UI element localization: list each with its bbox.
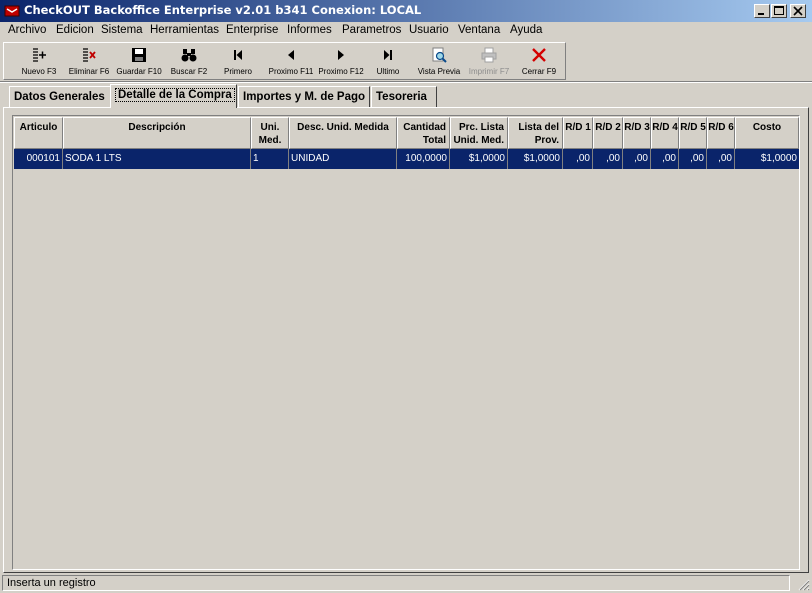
column-header-rd1[interactable]: R/D 1 [563,117,593,149]
cell-rd3[interactable]: ,00 [623,149,651,169]
status-bar: Inserta un registro [0,574,812,593]
first-button[interactable]: Primero [218,43,258,79]
close-form-button[interactable]: Cerrar F9 [518,43,560,79]
delete-button[interactable]: Eliminar F6 [66,43,112,79]
column-header-articulo[interactable]: Articulo [14,117,63,149]
cell-desc-unid-medida[interactable]: UNIDAD [289,149,397,169]
close-form-button-label: Cerrar F9 [521,67,557,76]
cell-descripcion[interactable]: SODA 1 LTS [63,149,251,169]
new-button[interactable]: Nuevo F3 [18,43,60,79]
close-x-icon [532,48,546,62]
cell-cantidad-total[interactable]: 100,0000 [397,149,450,169]
print-preview-icon [432,47,447,63]
window-title: CheckOUT Backoffice Enterprise v2.01 b34… [24,3,422,17]
next-button-label: Proximo F12 [318,67,364,76]
menu-archivo[interactable]: Archivo [8,24,46,36]
tab-detalle-compra[interactable]: Detalle de la Compra [110,84,237,108]
column-header-desc-unid-medida[interactable]: Desc. Unid. Medida [289,117,397,149]
maximize-icon [774,6,784,15]
toolbar: Nuevo F3 Eliminar F6 Guardar F10 Buscar … [3,42,566,80]
menu-parametros[interactable]: Parametros [342,24,401,36]
resize-grip-icon[interactable] [796,577,810,591]
save-button[interactable]: Guardar F10 [116,43,162,79]
search-button[interactable]: Buscar F2 [168,43,210,79]
status-text: Inserta un registro [2,575,790,591]
column-header-rd2[interactable]: R/D 2 [593,117,623,149]
menu-sistema[interactable]: Sistema [101,24,143,36]
previous-button[interactable]: Proximo F11 [266,43,316,79]
cell-rd2[interactable]: ,00 [593,149,623,169]
tab-label: Datos Generales [14,91,105,103]
print-button-label: Imprimir F7 [468,67,510,76]
print-button[interactable]: Imprimir F7 [466,43,512,79]
toolbar-separator [0,81,812,83]
column-header-prc-lista[interactable]: Prc. Lista Unid. Med. [450,117,508,149]
next-button[interactable]: Proximo F12 [316,43,366,79]
column-header-descripcion[interactable]: Descripción [63,117,251,149]
close-icon [793,6,803,16]
preview-button[interactable]: Vista Previa [415,43,463,79]
first-record-icon [234,50,242,60]
tab-label: Tesoreria [376,91,427,103]
column-header-cantidad-total[interactable]: Cantidad Total [397,117,450,149]
tab-importes-pago[interactable]: Importes y M. de Pago [238,86,370,107]
menu-usuario[interactable]: Usuario [409,24,449,36]
first-button-label: Primero [223,67,252,76]
next-record-icon [338,50,344,60]
search-button-label: Buscar F2 [170,67,208,76]
delete-button-label: Eliminar F6 [68,67,110,76]
tab-tesoreria[interactable]: Tesoreria [371,86,437,107]
cell-lista-prov[interactable]: $1,0000 [508,149,563,169]
cell-articulo[interactable]: 000101 [14,149,63,169]
cell-costo[interactable]: $1,0000 [735,149,799,169]
minimize-icon [758,13,764,15]
checkout-app-icon [4,5,20,17]
last-button-label: Ultimo [376,67,400,76]
cell-rd6[interactable]: ,00 [707,149,735,169]
column-header-rd6[interactable]: R/D 6 [707,117,735,149]
column-header-lista-prov[interactable]: Lista del Prov. Unid. [508,117,563,149]
cell-uni-med[interactable]: 1 [251,149,289,169]
previous-button-label: Proximo F11 [268,67,314,76]
delete-record-icon [83,48,96,62]
column-header-rd5[interactable]: R/D 5 [679,117,707,149]
menu-ayuda[interactable]: Ayuda [510,24,542,36]
cell-rd5[interactable]: ,00 [679,149,707,169]
last-record-icon [384,50,392,60]
binoculars-icon [181,49,197,62]
last-button[interactable]: Ultimo [370,43,406,79]
preview-button-label: Vista Previa [417,67,461,76]
previous-record-icon [288,50,294,60]
new-button-label: Nuevo F3 [21,67,57,76]
column-header-costo[interactable]: Costo [735,117,799,149]
save-button-label: Guardar F10 [116,67,162,76]
purchase-detail-grid[interactable]: Articulo Descripción Uni. Med. Desc. Uni… [12,115,800,570]
column-header-uni-med[interactable]: Uni. Med. [251,117,289,149]
cell-rd1[interactable]: ,00 [563,149,593,169]
tab-label: Detalle de la Compra [115,88,235,102]
close-window-button[interactable] [790,4,806,18]
app-window: CheckOUT Backoffice Enterprise v2.01 b34… [0,0,812,593]
menu-enterprise[interactable]: Enterprise [226,24,278,36]
tab-datos-generales[interactable]: Datos Generales [9,86,111,107]
title-bar[interactable]: CheckOUT Backoffice Enterprise v2.01 b34… [0,0,812,22]
new-record-icon [33,48,46,62]
menu-herramientas[interactable]: Herramientas [150,24,219,36]
printer-icon [481,47,497,63]
menu-informes[interactable]: Informes [287,24,332,36]
cell-rd4[interactable]: ,00 [651,149,679,169]
menu-bar: Archivo Edicion Sistema Herramientas Ent… [0,22,812,41]
column-header-rd3[interactable]: R/D 3 [623,117,651,149]
menu-ventana[interactable]: Ventana [458,24,500,36]
maximize-button[interactable] [771,4,787,18]
menu-edicion[interactable]: Edicion [56,24,94,36]
minimize-button[interactable] [754,4,770,18]
cell-prc-lista[interactable]: $1,0000 [450,149,508,169]
floppy-disk-icon [132,48,146,62]
table-row[interactable]: 000101 SODA 1 LTS 1 UNIDAD 100,0000 $1,0… [14,149,799,169]
tab-label: Importes y M. de Pago [243,91,366,103]
column-header-rd4[interactable]: R/D 4 [651,117,679,149]
